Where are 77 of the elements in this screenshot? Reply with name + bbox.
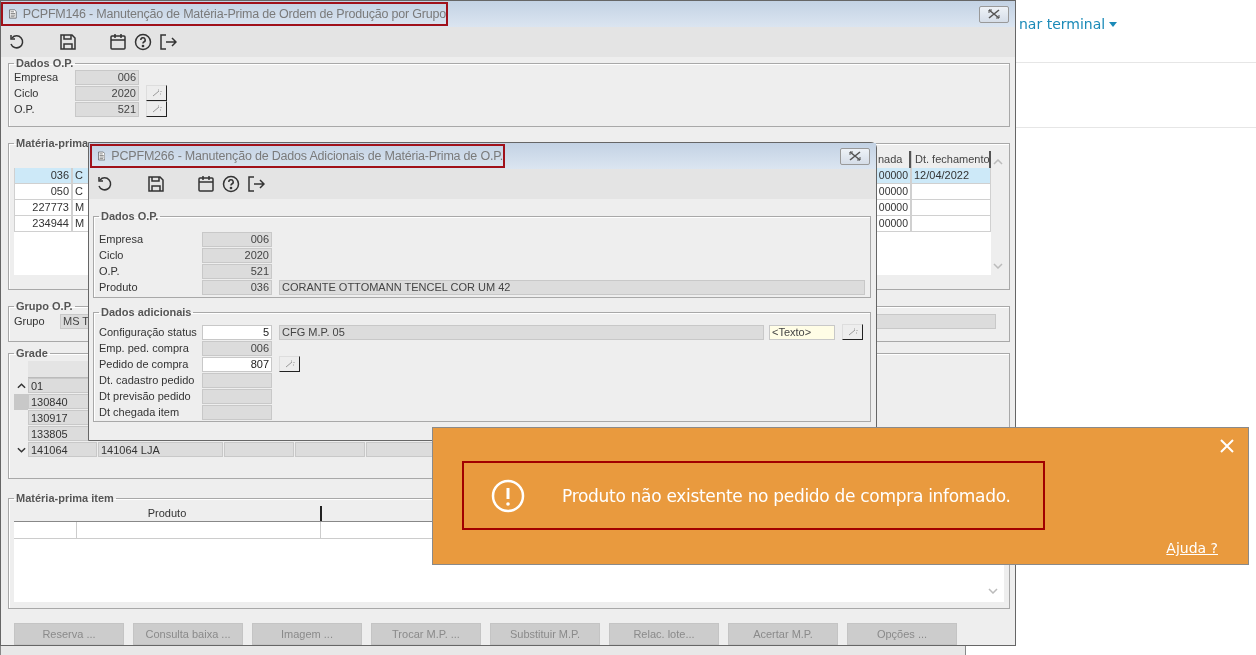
input-field[interactable]: 006	[75, 69, 139, 85]
group-title: Matéria-prima	[15, 137, 90, 149]
table-cell: 141064 LJA	[98, 442, 223, 457]
input-field[interactable]: 2020	[202, 247, 272, 263]
table-cell: 036	[14, 168, 72, 184]
exit-icon[interactable]	[159, 33, 177, 51]
wand-icon	[846, 328, 859, 336]
lookup-button[interactable]	[842, 324, 863, 340]
scroll-down-icon[interactable]	[16, 447, 26, 453]
wand-icon	[150, 89, 163, 97]
table-cell: 141064	[28, 442, 97, 457]
field-label: Empresa	[14, 71, 60, 83]
table-cell: 12/04/2022	[911, 168, 991, 184]
input-field[interactable]	[202, 388, 272, 404]
undo-icon[interactable]	[96, 175, 114, 193]
lookup-button[interactable]	[146, 101, 167, 117]
field-label: Ciclo	[14, 87, 40, 99]
warning-icon	[491, 478, 525, 513]
scroll-up-icon[interactable]	[16, 383, 26, 389]
field-label: Pedido de compra	[99, 358, 190, 370]
input-field[interactable]: 036	[202, 279, 272, 295]
lookup-button[interactable]	[146, 85, 167, 101]
input-field[interactable]	[202, 372, 272, 388]
field-label: O.P.	[99, 265, 121, 277]
exit-icon[interactable]	[247, 175, 265, 193]
table-cell: 050	[14, 184, 72, 200]
field-label: Dt previsão pedido	[99, 390, 192, 402]
group-title: Matéria-prima item	[15, 492, 115, 504]
input-field[interactable]: 006	[202, 340, 272, 356]
document-icon	[9, 6, 17, 22]
save-icon[interactable]	[147, 175, 165, 193]
field-label: Dt chegada item	[99, 406, 181, 418]
input-field[interactable]: 521	[202, 263, 272, 279]
text-field[interactable]: <Texto>	[769, 324, 835, 340]
group-title: Grade	[15, 347, 49, 359]
close-button[interactable]	[979, 5, 1009, 23]
field-label: Configuração status	[99, 326, 198, 338]
description-field: CORANTE OTTOMANN TENCEL COR UM 42	[279, 279, 865, 295]
field-label: O.P.	[14, 103, 36, 115]
undo-icon[interactable]	[8, 33, 26, 51]
calendar-icon[interactable]	[109, 33, 127, 51]
input-field[interactable]: 5	[202, 324, 272, 340]
window-title: PCPFM266 - Manutenção de Dados Adicionais de Matéria-Prima de O.P.	[111, 149, 503, 163]
input-field[interactable]: 2020	[75, 85, 139, 101]
field-label: Grupo	[14, 315, 46, 327]
group-title: Grupo O.P.	[15, 300, 74, 312]
calendar-icon[interactable]	[197, 175, 215, 193]
lookup-button[interactable]	[279, 356, 300, 372]
error-message: Produto não existente no pedido de compra infomado.	[562, 485, 1011, 506]
wand-icon	[283, 360, 296, 368]
table-cell: 234944	[14, 216, 72, 232]
help-icon[interactable]	[222, 175, 240, 193]
table-cell	[295, 442, 365, 457]
field-label: Produto	[99, 281, 139, 293]
close-icon	[988, 9, 1000, 19]
help-icon[interactable]	[134, 33, 152, 51]
save-icon[interactable]	[59, 33, 77, 51]
input-field[interactable]: 521	[75, 101, 139, 117]
window-title: PCPFM146 - Manutenção de Matéria-Prima de Ordem de Produção por Grupo	[22, 7, 446, 21]
field-label: Ciclo	[99, 249, 125, 261]
field-label: Empresa	[99, 233, 145, 245]
input-field[interactable]	[202, 404, 272, 420]
wand-icon	[150, 105, 163, 113]
field-label: Emp. ped. compra	[99, 342, 190, 354]
terminal-menu-link[interactable]: nar terminal	[1019, 16, 1118, 32]
input-field[interactable]: 807	[202, 356, 272, 372]
close-icon	[849, 151, 861, 161]
description-field: CFG M.P. 05	[279, 324, 764, 340]
close-button[interactable]	[840, 147, 870, 165]
field-label: Dt. cadastro pedido	[99, 374, 196, 386]
caret-icon	[1109, 21, 1118, 27]
input-field[interactable]: 006	[202, 231, 272, 247]
table-cell	[224, 442, 294, 457]
table-cell: 227773	[14, 200, 72, 216]
group-title: Dados adicionais	[100, 306, 193, 318]
group-title: Dados O.P.	[15, 57, 75, 69]
document-icon	[98, 148, 106, 164]
